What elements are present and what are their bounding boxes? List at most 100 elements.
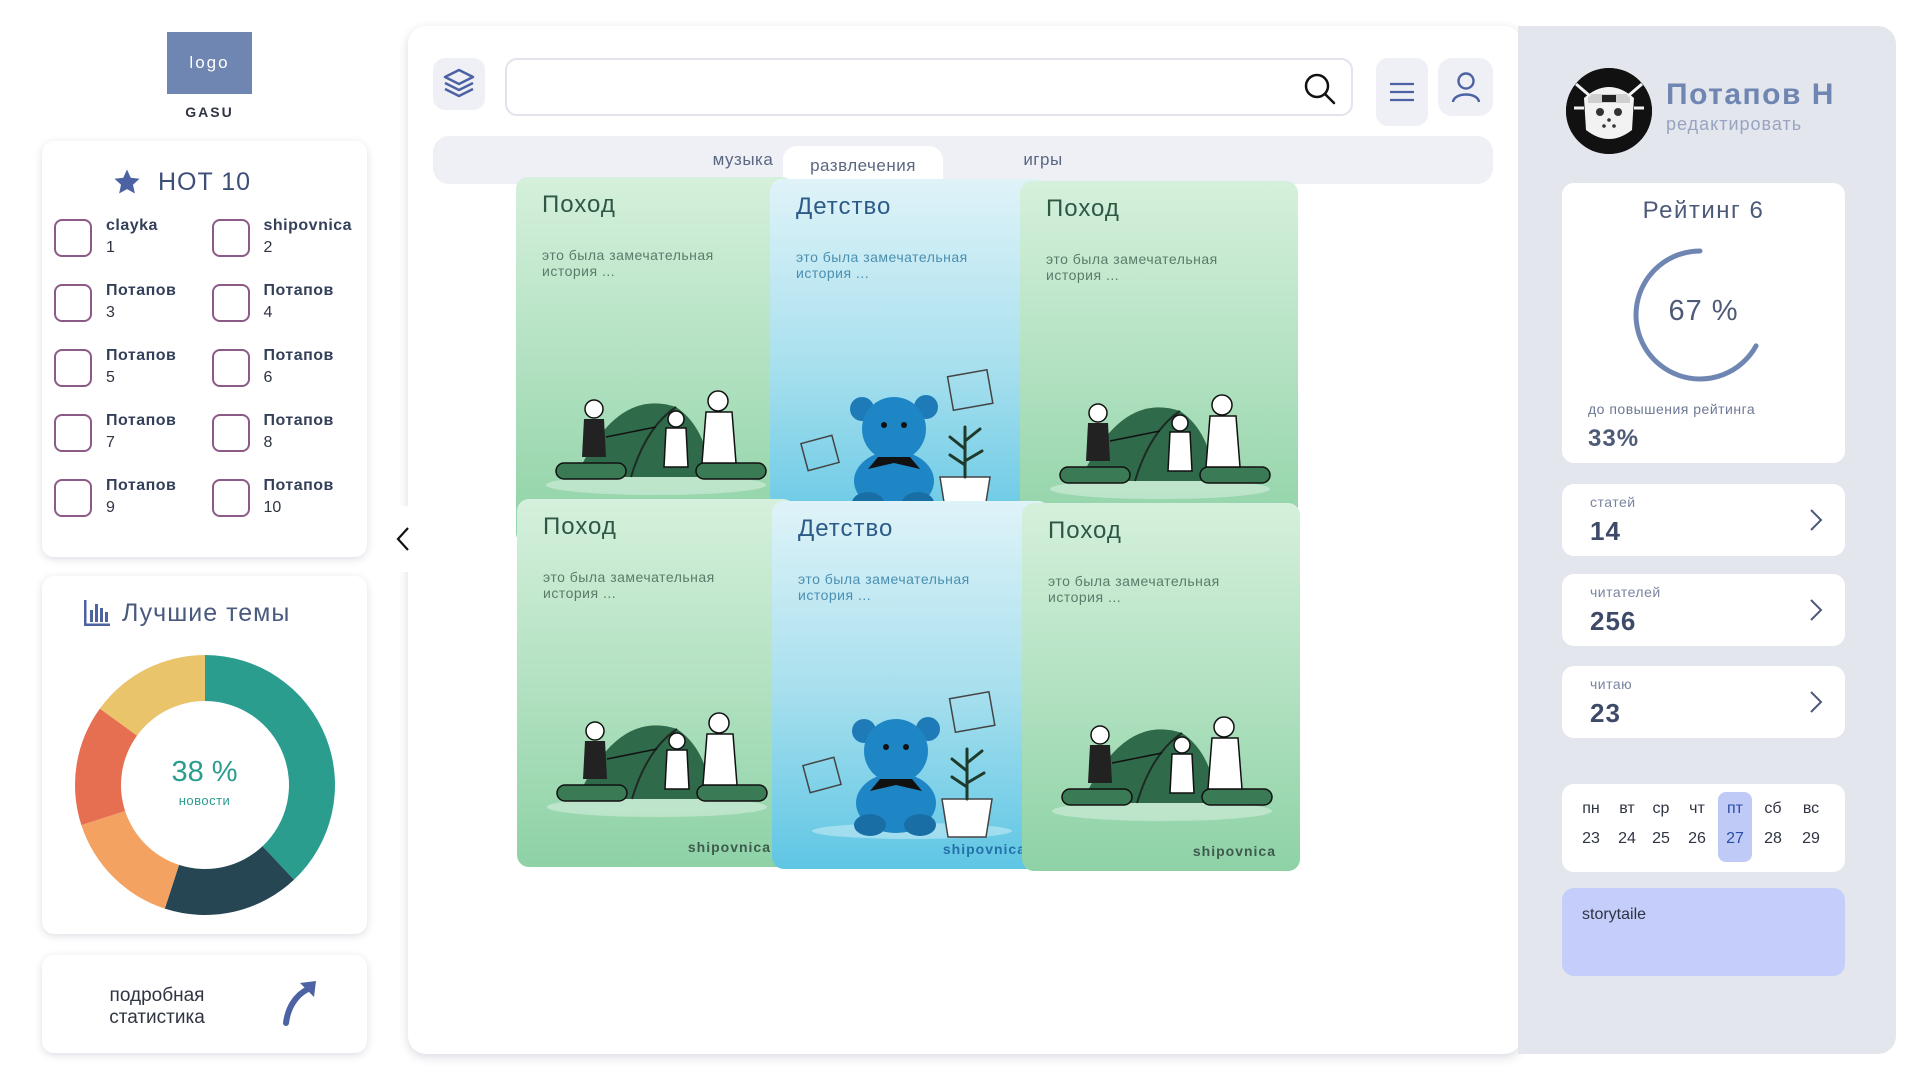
hot10-item[interactable]: shipovnica 2 [211, 217, 360, 262]
user-icon [1451, 72, 1480, 103]
calendar-day[interactable]: чт 26 [1680, 792, 1714, 862]
calendar-day[interactable]: ср 25 [1644, 792, 1678, 862]
story-card[interactable]: Походэто была замечательная история ...s… [517, 499, 795, 867]
story-card[interactable]: Походэто была замечательная история ...s… [1022, 503, 1300, 871]
campfire-illustration [537, 689, 777, 824]
date-label: 28 [1764, 830, 1782, 847]
hot10-item[interactable]: Потапов 4 [211, 282, 360, 327]
hot10-text: shipovnica 2 [264, 217, 353, 257]
rating-card: Рейтинг 6 67 % до повышения рейтинга 33% [1562, 183, 1845, 463]
hot10-rank: 10 [263, 499, 282, 516]
hot10-checkbox[interactable] [211, 349, 250, 387]
calendar-day[interactable]: пн 23 [1574, 792, 1608, 862]
calendar-day[interactable]: вс 29 [1794, 792, 1828, 862]
story-card[interactable]: Походэто была замечательная история ...s… [1020, 181, 1298, 549]
hot10-item[interactable]: Потапов 6 [211, 347, 360, 392]
story-card[interactable]: Детство это была замечательная история ..… [770, 179, 1048, 547]
story-card[interactable]: Походэто была замечательная история ...s… [516, 177, 794, 545]
calendar-day[interactable]: сб 28 [1756, 792, 1790, 862]
hot10-checkbox[interactable] [54, 349, 92, 387]
search-bar [505, 58, 1353, 116]
best-topics-title: Лучшие темы [122, 598, 291, 627]
prev-page-button[interactable] [388, 506, 418, 572]
hot10-checkbox[interactable] [211, 479, 250, 517]
hot10-item[interactable]: Потапов 9 [54, 477, 202, 522]
hot10-item[interactable]: Потапов 8 [211, 412, 360, 457]
hot10-panel: HOT 10 clayka 1 shipovnica 2 Потапов 3 Потапов… [42, 141, 367, 557]
calendar-day[interactable]: пт 27 [1718, 792, 1752, 862]
campfire-illustration [536, 367, 776, 502]
card-author[interactable]: shipovnica [688, 839, 771, 855]
edit-profile-link[interactable]: редактировать [1666, 114, 1802, 135]
donut-slice[interactable] [81, 810, 180, 909]
card-title: Поход [1046, 195, 1120, 222]
hot10-checkbox[interactable] [211, 284, 250, 322]
search-icon[interactable] [1303, 72, 1337, 106]
hot10-item[interactable]: Потапов 3 [54, 282, 202, 327]
chevron-left-icon [396, 527, 409, 551]
hot10-rank: 7 [106, 434, 115, 451]
date-label: 24 [1618, 830, 1636, 847]
weekday-label: вт [1619, 800, 1635, 817]
hot10-item[interactable]: Потапов 7 [54, 412, 202, 457]
stat-following[interactable]: читаю 23 [1562, 666, 1845, 738]
stat-value: 14 [1590, 516, 1621, 546]
date-label: 29 [1802, 830, 1820, 847]
best-topics-header: Лучшие темы [82, 598, 290, 628]
rating-progress-label: 67 % [1668, 295, 1739, 327]
hot10-item[interactable]: Потапов 5 [54, 347, 202, 392]
story-card[interactable]: Детство это была замечательная история ..… [772, 501, 1050, 869]
hot10-checkbox[interactable] [54, 284, 92, 322]
hot10-list: clayka 1 shipovnica 2 Потапов 3 Потапов 4 Потапо… [54, 217, 359, 522]
hot10-checkbox[interactable] [54, 479, 92, 517]
logo[interactable]: logo [167, 32, 252, 94]
weekday-label: сб [1764, 800, 1782, 817]
card-description: это была замечательная история ... [798, 571, 970, 603]
date-label: 26 [1688, 830, 1706, 847]
hot10-item[interactable]: clayka 1 [54, 217, 202, 262]
campfire-illustration [1042, 693, 1282, 828]
stat-label: статей [1590, 494, 1636, 510]
hot10-author: clayka [106, 217, 158, 234]
donut-center-label: новости [178, 793, 231, 808]
main-panel: музыка развлечения игры Поход это была заме… [408, 26, 1522, 1054]
hot10-rank: 3 [106, 304, 115, 321]
stat-articles[interactable]: статей 14 [1562, 484, 1845, 556]
hot10-text: Потапов 3 [106, 282, 176, 322]
search-input[interactable] [521, 70, 1281, 104]
hot10-title: HOT 10 [158, 167, 252, 196]
hamburger-icon [1390, 82, 1414, 102]
hot10-checkbox[interactable] [54, 414, 92, 452]
card-author[interactable]: shipovnica [1193, 843, 1276, 859]
hot10-text: Потапов 10 [264, 477, 334, 517]
hot10-author: Потапов [106, 412, 177, 429]
avatar[interactable] [1566, 68, 1652, 154]
hot10-author: Потапов [263, 347, 334, 364]
hot10-author: shipovnica [263, 217, 353, 234]
note-card[interactable]: storytaile [1562, 888, 1845, 976]
detailed-stats-button[interactable]: подробная статистика [42, 955, 367, 1053]
tab-2[interactable]: игры [993, 136, 1093, 184]
hot10-rank: 1 [106, 239, 115, 256]
card-title: Поход [543, 513, 617, 540]
hot10-checkbox[interactable] [54, 219, 92, 257]
calendar-day[interactable]: вт 24 [1610, 792, 1644, 862]
card-title: Поход [542, 191, 616, 218]
user-button[interactable] [1438, 58, 1493, 116]
stat-label: читателей [1590, 584, 1661, 600]
card-title: Детство [798, 515, 894, 542]
stat-readers[interactable]: читателей 256 [1562, 574, 1845, 646]
layers-button[interactable] [433, 58, 485, 110]
weekday-label: пт [1727, 800, 1743, 817]
profile-name: Потапов Н [1666, 78, 1835, 111]
hot10-text: Потапов 7 [106, 412, 176, 452]
hot10-text: Потапов 6 [264, 347, 334, 387]
date-label: 27 [1726, 830, 1744, 847]
hot10-checkbox[interactable] [211, 219, 250, 257]
hot10-item[interactable]: Потапов 10 [211, 477, 360, 522]
hot10-checkbox[interactable] [211, 414, 250, 452]
weekday-label: чт [1689, 800, 1705, 817]
menu-button[interactable] [1376, 58, 1428, 126]
card-author[interactable]: shipovnica [943, 841, 1026, 857]
hot10-author: Потапов [263, 477, 334, 494]
